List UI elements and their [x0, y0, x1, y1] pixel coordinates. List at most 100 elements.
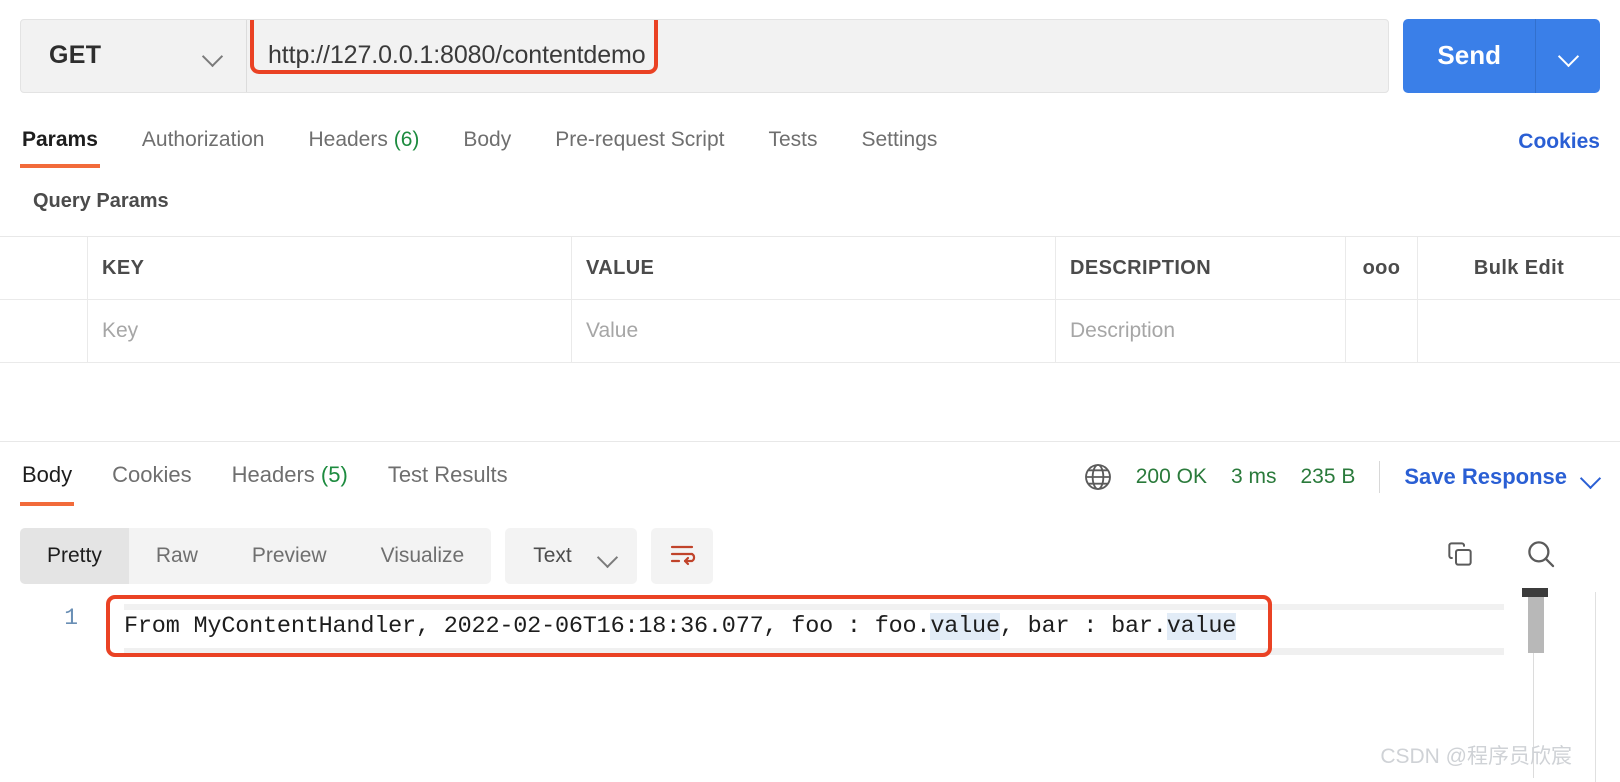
- code-row-bottom-shade: [124, 648, 1504, 655]
- send-group: Send: [1403, 18, 1600, 93]
- tab-settings[interactable]: Settings: [860, 116, 940, 168]
- http-method-select[interactable]: GET: [21, 19, 247, 92]
- query-params-table: KEY VALUE DESCRIPTION ooo Bulk Edit Key …: [0, 236, 1620, 363]
- tab-authorization[interactable]: Authorization: [140, 116, 267, 168]
- tab-headers[interactable]: Headers (6): [306, 116, 421, 168]
- response-size: 235 B: [1300, 465, 1356, 488]
- tab-label: Pre-request Script: [555, 128, 725, 151]
- response-tab-body[interactable]: Body: [20, 448, 75, 506]
- header-cell-checkbox: [0, 237, 88, 299]
- status-code: 200 OK: [1135, 465, 1207, 488]
- vertical-scrollbar-cap: [1522, 588, 1548, 597]
- table-header-row: KEY VALUE DESCRIPTION ooo Bulk Edit: [0, 237, 1620, 300]
- tab-label: Settings: [861, 128, 938, 151]
- body-segment-highlighted: value: [1166, 612, 1237, 640]
- http-method-label: GET: [49, 41, 102, 69]
- tab-pre-request-script[interactable]: Pre-request Script: [553, 116, 726, 168]
- response-body-text[interactable]: From MyContentHandler, 2022-02-06T16:18:…: [124, 605, 1514, 647]
- copy-button[interactable]: [1444, 538, 1476, 575]
- url-input[interactable]: http://127.0.0.1:8080/contentdemo: [247, 41, 646, 70]
- response-tab-headers[interactable]: Headers (5): [230, 448, 350, 506]
- body-segment: From MyContentHandler, 2022-02-06T16:18:…: [124, 612, 931, 640]
- send-button[interactable]: Send: [1403, 18, 1536, 93]
- value-input-cell[interactable]: Value: [572, 300, 1056, 362]
- chevron-down-icon: [1559, 46, 1578, 65]
- response-tab-cookies[interactable]: Cookies: [110, 448, 193, 506]
- postman-window: GET http://127.0.0.1:8080/contentdemo Se…: [0, 0, 1620, 782]
- table-options-button[interactable]: ooo: [1346, 237, 1418, 299]
- segment-label: Preview: [251, 544, 327, 567]
- line-number: 1: [64, 605, 78, 631]
- globe-icon: [1082, 461, 1114, 493]
- segment-label: Pretty: [47, 544, 102, 567]
- word-wrap-icon: [667, 541, 697, 572]
- body-format-select[interactable]: Text: [505, 528, 637, 584]
- bulk-edit-button[interactable]: Bulk Edit: [1418, 237, 1620, 299]
- response-tabs: Body Cookies Headers (5) Test Results 20…: [0, 442, 1620, 512]
- tab-label: Authorization: [141, 128, 265, 151]
- response-action-icons: [1444, 537, 1600, 576]
- body-segment-highlighted: value: [930, 612, 1000, 640]
- tab-label: Headers: [308, 128, 388, 151]
- tab-label: Cookies: [112, 462, 192, 487]
- more-options-icon: ooo: [1362, 256, 1401, 279]
- tab-body[interactable]: Body: [461, 116, 513, 168]
- header-cell-value: VALUE: [572, 237, 1056, 299]
- key-input-cell[interactable]: Key: [88, 300, 572, 362]
- query-params-title: Query Params: [33, 190, 169, 212]
- watermark: CSDN @程序员欣宸: [1380, 745, 1572, 768]
- response-format-segments: Pretty Raw Preview Visualize: [20, 528, 492, 584]
- body-format-label: Text: [533, 544, 572, 567]
- save-response-button[interactable]: Save Response: [1404, 464, 1567, 490]
- segment-visualize[interactable]: Visualize: [354, 528, 492, 584]
- tab-count: (6): [393, 128, 420, 151]
- response-tab-test-results[interactable]: Test Results: [386, 448, 510, 506]
- search-button[interactable]: [1524, 537, 1558, 576]
- tab-label: Tests: [768, 128, 818, 151]
- request-url-bar: GET http://127.0.0.1:8080/contentdemo Se…: [0, 0, 1620, 111]
- header-cell-key: KEY: [88, 237, 572, 299]
- row-options-cell: [1346, 300, 1418, 362]
- meta-divider: [1379, 461, 1381, 493]
- tab-count: (5): [320, 462, 348, 487]
- value-input-placeholder: Value: [586, 319, 639, 342]
- search-icon: [1524, 537, 1558, 576]
- segment-label: Raw: [155, 544, 198, 567]
- body-segment: , bar : bar.: [999, 612, 1167, 640]
- key-input-placeholder: Key: [102, 319, 139, 342]
- table-row[interactable]: Key Value Description: [0, 300, 1620, 363]
- chevron-down-icon: [1581, 468, 1600, 487]
- send-options-button[interactable]: [1536, 19, 1600, 93]
- segment-label: Visualize: [380, 544, 465, 567]
- segment-raw[interactable]: Raw: [129, 528, 225, 584]
- line-number-gutter: 1: [0, 592, 100, 782]
- tab-label: Body: [22, 462, 73, 487]
- segment-pretty[interactable]: Pretty: [20, 528, 129, 584]
- tab-label: Test Results: [387, 462, 508, 487]
- tab-label: Params: [22, 128, 98, 151]
- description-input-cell[interactable]: Description: [1056, 300, 1346, 362]
- save-response-options-button[interactable]: [1581, 468, 1600, 487]
- response-view-toolbar: Pretty Raw Preview Visualize Text: [0, 520, 1620, 592]
- row-checkbox[interactable]: [0, 300, 88, 362]
- bulk-edit-label: Bulk Edit: [1473, 256, 1565, 279]
- response-meta: 200 OK 3 ms 235 B Save Response: [1082, 461, 1600, 493]
- method-url-group: GET http://127.0.0.1:8080/contentdemo: [20, 18, 1390, 93]
- url-field-zone[interactable]: http://127.0.0.1:8080/contentdemo: [247, 19, 1388, 92]
- chevron-down-icon: [203, 46, 222, 65]
- cookies-link[interactable]: Cookies: [1518, 130, 1600, 154]
- response-body-viewer: 1 From MyContentHandler, 2022-02-06T16:1…: [0, 588, 1620, 782]
- panel-right-edge: [1595, 592, 1596, 782]
- column-header-value: VALUE: [586, 256, 655, 279]
- word-wrap-button[interactable]: [650, 528, 713, 584]
- segment-preview[interactable]: Preview: [225, 528, 354, 584]
- header-cell-description: DESCRIPTION: [1056, 237, 1346, 299]
- tab-params[interactable]: Params: [20, 116, 100, 168]
- tab-label: Headers: [231, 462, 315, 487]
- response-time: 3 ms: [1230, 465, 1277, 488]
- chevron-down-icon: [598, 547, 617, 566]
- request-tabs: Params Authorization Headers (6) Body Pr…: [0, 111, 1620, 173]
- vertical-scrollbar-thumb[interactable]: [1528, 597, 1544, 653]
- tab-tests[interactable]: Tests: [766, 116, 819, 168]
- description-input-placeholder: Description: [1070, 319, 1176, 342]
